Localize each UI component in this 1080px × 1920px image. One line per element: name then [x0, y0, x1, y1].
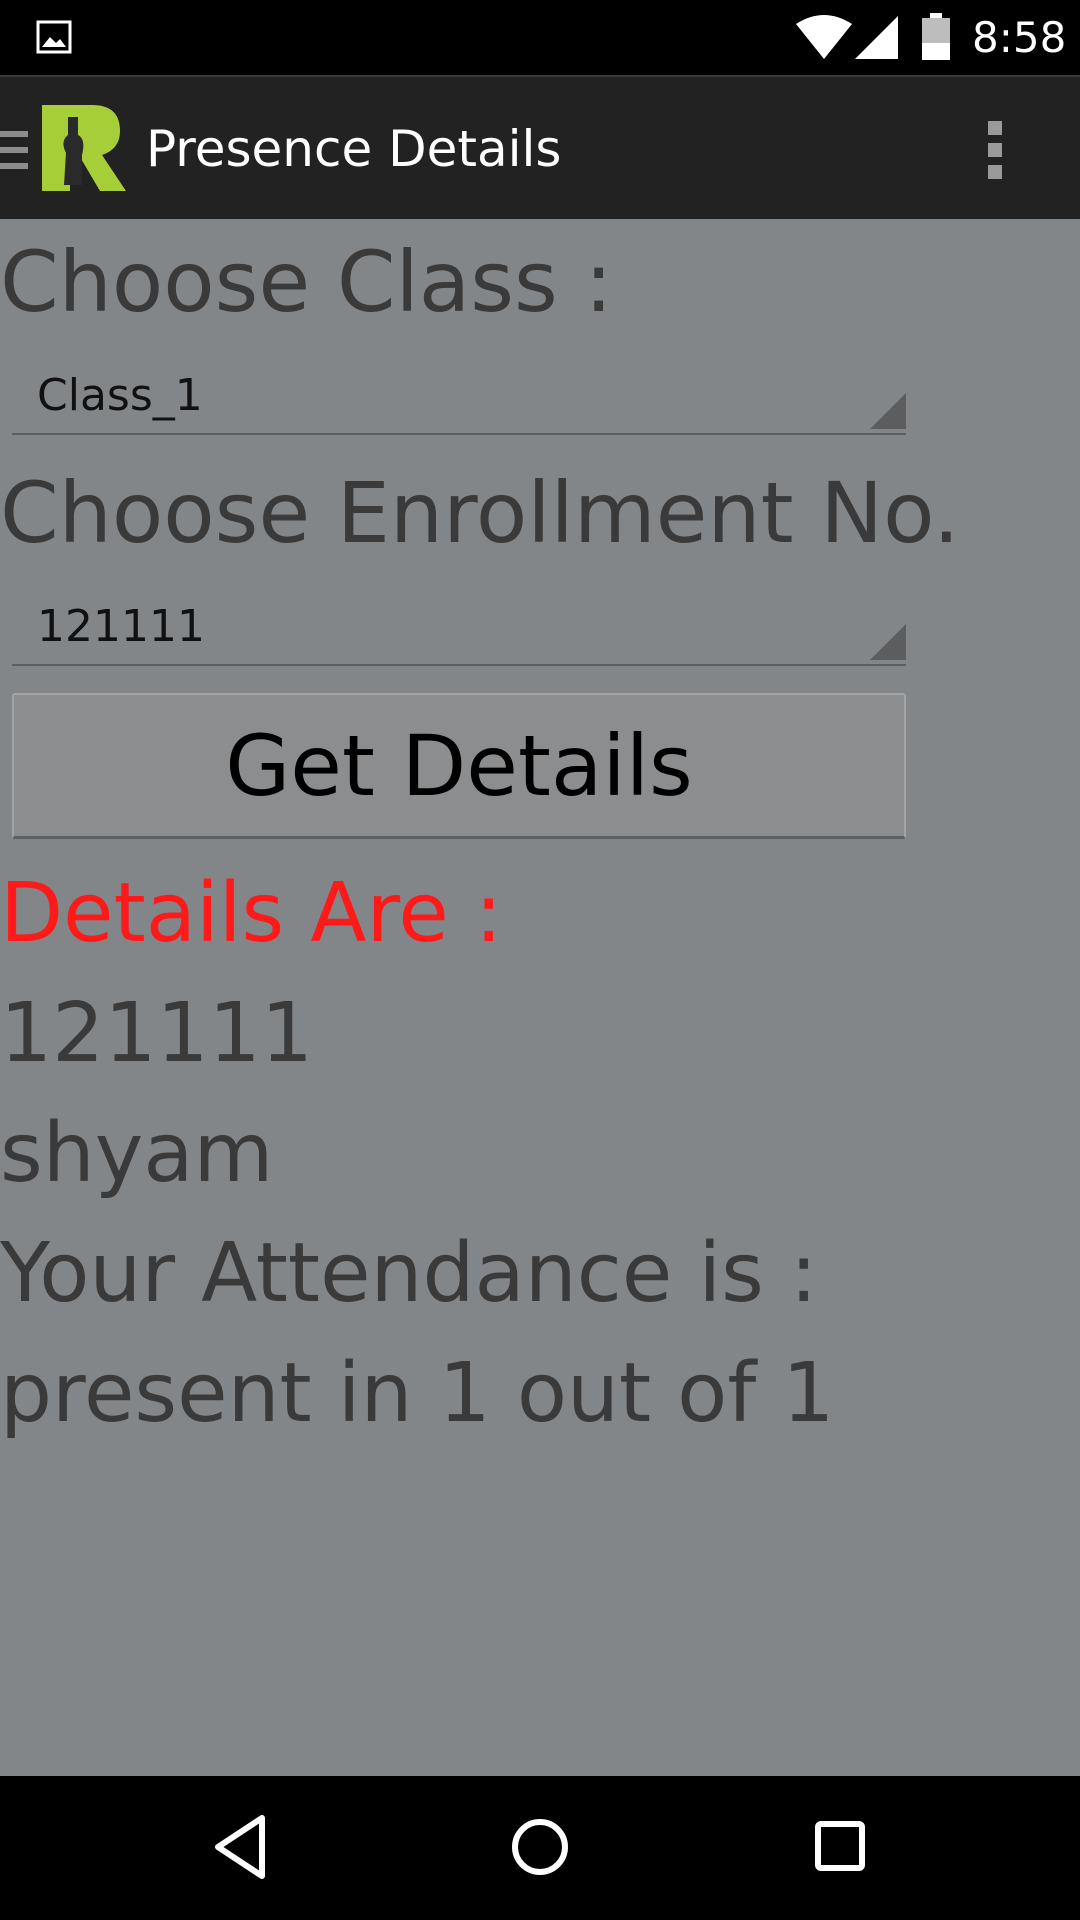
home-icon[interactable]: [508, 1812, 572, 1886]
class-spinner[interactable]: Class_1: [12, 361, 906, 435]
navigation-bar: [0, 1776, 1080, 1920]
image-notification-icon: [36, 20, 72, 58]
details-heading: Details Are :: [0, 866, 503, 961]
cell-signal-icon: [855, 14, 899, 64]
wifi-icon: [795, 14, 853, 64]
class-spinner-value: Class_1: [37, 370, 203, 421]
drawer-icon[interactable]: [0, 127, 30, 177]
overflow-menu-icon[interactable]: [986, 119, 1006, 185]
battery-icon: [920, 13, 952, 65]
back-icon[interactable]: [210, 1812, 270, 1886]
get-details-button[interactable]: Get Details: [12, 693, 906, 839]
enrollment-spinner[interactable]: 121111: [12, 592, 906, 666]
spinner-arrow-icon: [870, 624, 906, 664]
attendance-value: present in 1 out of 1: [0, 1346, 835, 1441]
spinner-arrow-icon: [870, 393, 906, 433]
enrollment-spinner-value: 121111: [37, 601, 205, 652]
content-area: Choose Class : Class_1 Choose Enrollment…: [0, 219, 1080, 1776]
action-bar: Presence Details: [0, 75, 1080, 219]
screen: 8:58 Presence Details Choose Class: Cla…: [0, 0, 1080, 1920]
student-name-text: shyam: [0, 1106, 274, 1201]
page-title: Presence Details: [146, 120, 562, 178]
choose-class-label: Choose Class :: [0, 233, 613, 331]
attendance-label: Your Attendance is :: [0, 1226, 818, 1321]
app-logo[interactable]: [42, 105, 126, 195]
choose-enrollment-label: Choose Enrollment No.: [0, 464, 960, 562]
status-bar: 8:58: [0, 0, 1080, 75]
status-time: 8:58: [972, 13, 1067, 62]
recents-icon[interactable]: [810, 1812, 870, 1886]
enrollment-number-text: 121111: [0, 986, 314, 1081]
